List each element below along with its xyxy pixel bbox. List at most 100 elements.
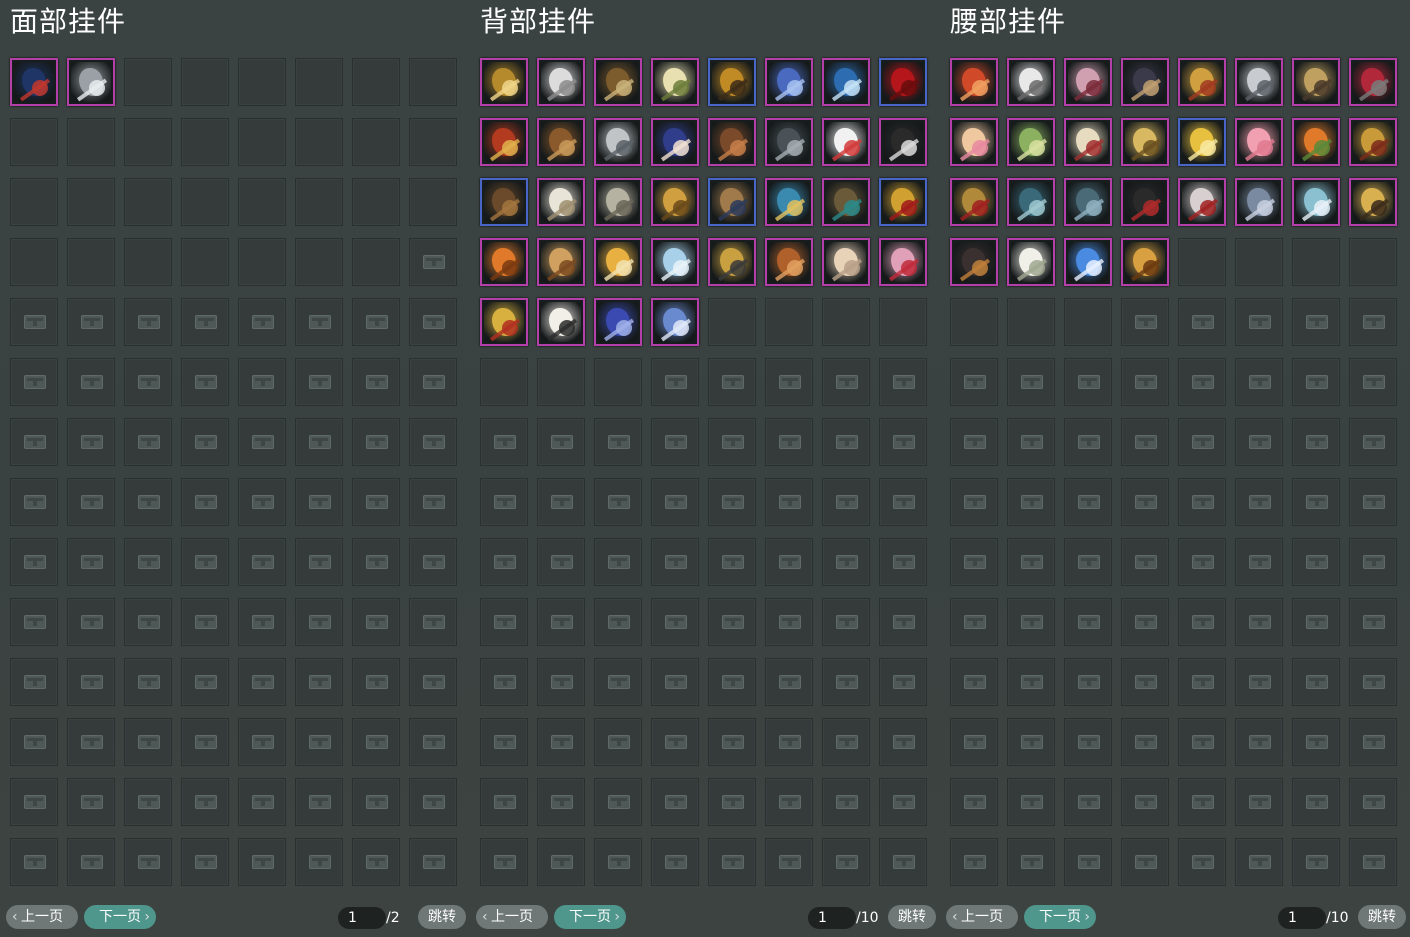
pendant-slot[interactable] [765,118,813,166]
locked-slot[interactable] [238,538,286,586]
locked-slot[interactable] [537,478,585,526]
locked-slot[interactable] [594,598,642,646]
locked-slot[interactable] [1292,478,1340,526]
pendant-slot[interactable] [1178,178,1226,226]
locked-slot[interactable] [822,538,870,586]
locked-slot[interactable] [1121,358,1169,406]
locked-slot[interactable] [124,658,172,706]
locked-slot[interactable] [10,358,58,406]
locked-slot[interactable] [409,238,457,286]
locked-slot[interactable] [765,478,813,526]
pendant-slot[interactable] [708,238,756,286]
locked-slot[interactable] [1349,598,1397,646]
pendant-slot[interactable] [1235,118,1283,166]
prev-page-button[interactable]: 上一页 [6,905,78,929]
locked-slot[interactable] [1235,358,1283,406]
pendant-slot[interactable] [1349,58,1397,106]
pendant-slot[interactable] [1007,178,1055,226]
locked-slot[interactable] [879,358,927,406]
locked-slot[interactable] [295,658,343,706]
pendant-slot[interactable] [1235,178,1283,226]
next-page-button[interactable]: 下一页 [554,905,626,929]
locked-slot[interactable] [537,718,585,766]
empty-slot[interactable] [409,118,457,166]
locked-slot[interactable] [409,838,457,886]
next-page-button[interactable]: 下一页 [1024,905,1096,929]
locked-slot[interactable] [480,598,528,646]
locked-slot[interactable] [1064,598,1112,646]
pendant-slot[interactable] [1121,178,1169,226]
locked-slot[interactable] [352,838,400,886]
locked-slot[interactable] [1007,718,1055,766]
locked-slot[interactable] [950,598,998,646]
locked-slot[interactable] [1121,718,1169,766]
locked-slot[interactable] [1178,778,1226,826]
pendant-slot[interactable] [1064,118,1112,166]
locked-slot[interactable] [708,838,756,886]
locked-slot[interactable] [480,778,528,826]
empty-slot[interactable] [708,298,756,346]
locked-slot[interactable] [1235,478,1283,526]
locked-slot[interactable] [409,778,457,826]
pendant-slot[interactable] [1007,58,1055,106]
locked-slot[interactable] [1292,658,1340,706]
locked-slot[interactable] [537,598,585,646]
empty-slot[interactable] [822,298,870,346]
pendant-slot[interactable] [537,118,585,166]
pendant-slot[interactable] [651,178,699,226]
locked-slot[interactable] [352,718,400,766]
locked-slot[interactable] [879,838,927,886]
locked-slot[interactable] [708,538,756,586]
empty-slot[interactable] [295,178,343,226]
pendant-slot[interactable] [708,58,756,106]
locked-slot[interactable] [238,598,286,646]
empty-slot[interactable] [295,238,343,286]
locked-slot[interactable] [352,778,400,826]
locked-slot[interactable] [1178,418,1226,466]
empty-slot[interactable] [352,58,400,106]
locked-slot[interactable] [295,838,343,886]
locked-slot[interactable] [124,538,172,586]
locked-slot[interactable] [1007,538,1055,586]
pendant-slot[interactable] [1349,178,1397,226]
locked-slot[interactable] [1007,418,1055,466]
locked-slot[interactable] [879,418,927,466]
locked-slot[interactable] [1121,478,1169,526]
empty-slot[interactable] [238,238,286,286]
locked-slot[interactable] [181,298,229,346]
pendant-slot[interactable] [651,118,699,166]
locked-slot[interactable] [67,538,115,586]
locked-slot[interactable] [124,778,172,826]
pendant-slot[interactable] [651,298,699,346]
locked-slot[interactable] [67,598,115,646]
locked-slot[interactable] [295,598,343,646]
locked-slot[interactable] [352,418,400,466]
empty-slot[interactable] [124,238,172,286]
locked-slot[interactable] [295,418,343,466]
pendant-slot[interactable] [67,58,115,106]
locked-slot[interactable] [238,718,286,766]
locked-slot[interactable] [1292,418,1340,466]
pendant-slot[interactable] [822,238,870,286]
locked-slot[interactable] [1292,538,1340,586]
locked-slot[interactable] [879,658,927,706]
locked-slot[interactable] [1349,718,1397,766]
locked-slot[interactable] [181,598,229,646]
locked-slot[interactable] [950,718,998,766]
pendant-slot[interactable] [537,58,585,106]
locked-slot[interactable] [765,838,813,886]
locked-slot[interactable] [651,538,699,586]
locked-slot[interactable] [651,718,699,766]
locked-slot[interactable] [1121,538,1169,586]
pendant-slot[interactable] [537,178,585,226]
locked-slot[interactable] [765,598,813,646]
pendant-slot[interactable] [950,178,998,226]
empty-slot[interactable] [10,238,58,286]
pendant-slot[interactable] [10,58,58,106]
empty-slot[interactable] [594,358,642,406]
locked-slot[interactable] [124,598,172,646]
locked-slot[interactable] [537,418,585,466]
empty-slot[interactable] [295,58,343,106]
empty-slot[interactable] [124,118,172,166]
empty-slot[interactable] [1064,298,1112,346]
